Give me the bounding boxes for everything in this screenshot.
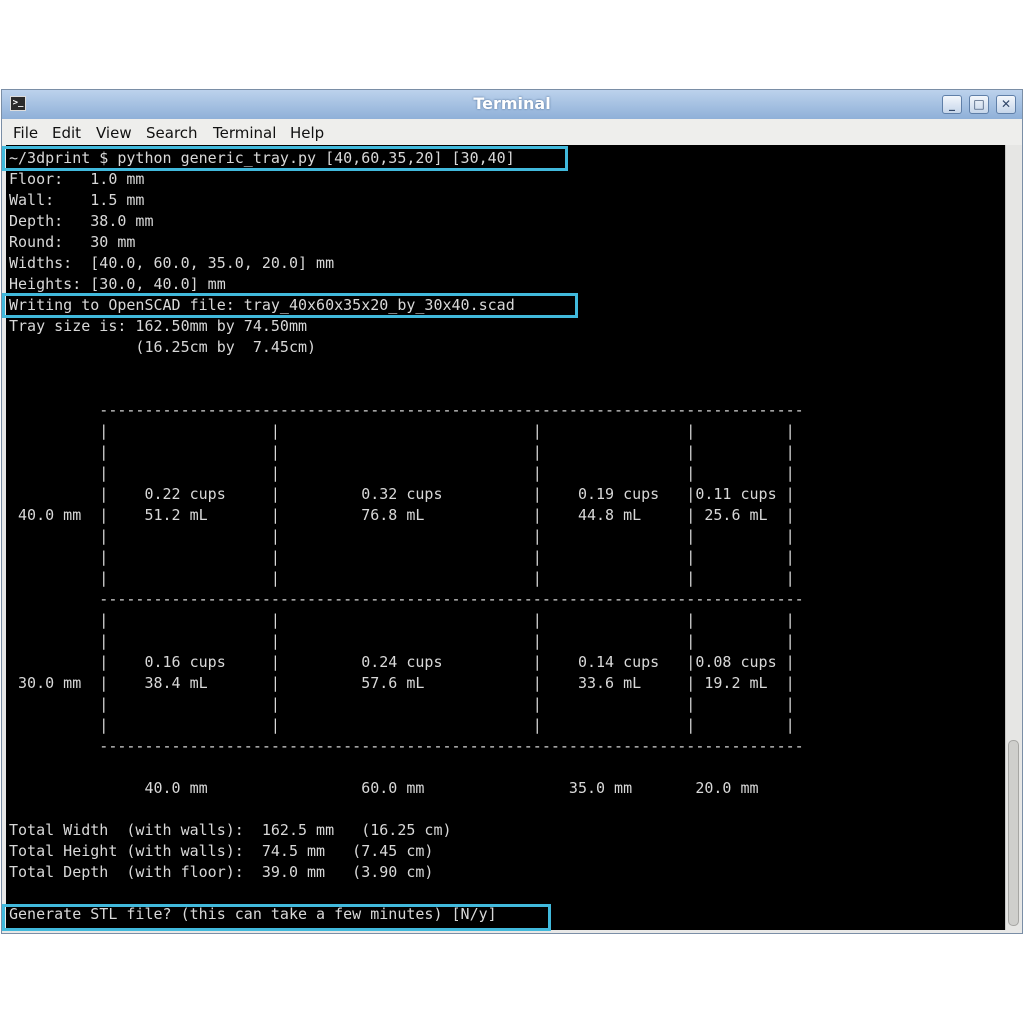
- menu-view[interactable]: View: [96, 124, 132, 142]
- menu-edit[interactable]: Edit: [52, 124, 81, 142]
- minimize-button[interactable]: _: [942, 95, 962, 114]
- total-depth-line: Total Depth (with floor): 39.0 mm (3.90 …: [9, 863, 434, 881]
- depth-line: Depth: 38.0 mm: [9, 212, 154, 230]
- table-row-line: | | | | |: [9, 443, 795, 461]
- menu-search[interactable]: Search: [146, 124, 198, 142]
- table-border-middle: ----------------------------------------…: [9, 590, 804, 608]
- tray-size-cm-line: (16.25cm by 7.45cm): [9, 338, 317, 356]
- table-row-line: | | | | |: [9, 548, 795, 566]
- scrollbar[interactable]: [1005, 145, 1021, 930]
- terminal-output[interactable]: ~/3dprint $ python generic_tray.py [40,6…: [6, 145, 1005, 930]
- tray-size-line: Tray size is: 162.50mm by 74.50mm: [9, 317, 308, 335]
- column-widths-line: 40.0 mm 60.0 mm 35.0 mm 20.0 mm: [9, 779, 759, 797]
- table-row-line: | | | | |: [9, 611, 795, 629]
- total-width-line: Total Width (with walls): 162.5 mm (16.2…: [9, 821, 452, 839]
- wall-line: Wall: 1.5 mm: [9, 191, 145, 209]
- table-row-ml-40: 40.0 mm | 51.2 mL | 76.8 mL | 44.8 mL | …: [9, 506, 795, 524]
- floor-line: Floor: 1.0 mm: [9, 170, 145, 188]
- table-row-cups-40: | 0.22 cups | 0.32 cups | 0.19 cups |0.1…: [9, 485, 795, 503]
- heights-line: Heights: [30.0, 40.0] mm: [9, 275, 226, 293]
- maximize-button[interactable]: □: [969, 95, 989, 114]
- total-height-line: Total Height (with walls): 74.5 mm (7.45…: [9, 842, 434, 860]
- table-row-line: | | | | |: [9, 632, 795, 650]
- command-highlight-box: [2, 146, 568, 171]
- scad-file-highlight-box: [2, 293, 578, 318]
- table-row-line: | | | | |: [9, 569, 795, 587]
- round-line: Round: 30 mm: [9, 233, 136, 251]
- menu-file[interactable]: File: [13, 124, 38, 142]
- stl-prompt-highlight-box: [2, 904, 551, 931]
- table-row-line: | | | | |: [9, 695, 795, 713]
- table-row-cups-30: | 0.16 cups | 0.24 cups | 0.14 cups |0.0…: [9, 653, 795, 671]
- terminal-text: ~/3dprint $ python generic_tray.py [40,6…: [9, 148, 804, 925]
- table-border-top: ----------------------------------------…: [9, 401, 804, 419]
- window-title: Terminal: [473, 94, 551, 113]
- table-row-line: | | | | |: [9, 527, 795, 545]
- table-row-line: | | | | |: [9, 422, 795, 440]
- scrollbar-thumb[interactable]: [1008, 740, 1019, 926]
- table-row-line: | | | | |: [9, 716, 795, 734]
- widths-line: Widths: [40.0, 60.0, 35.0, 20.0] mm: [9, 254, 335, 272]
- close-button[interactable]: ✕: [996, 95, 1016, 114]
- menu-terminal[interactable]: Terminal: [213, 124, 276, 142]
- menu-bar: File Edit View Search Terminal Help: [2, 119, 1022, 145]
- title-bar[interactable]: >_ Terminal _ □ ✕: [2, 90, 1022, 120]
- table-border-bottom: ----------------------------------------…: [9, 737, 804, 755]
- menu-help[interactable]: Help: [290, 124, 324, 142]
- table-row-ml-30: 30.0 mm | 38.4 mL | 57.6 mL | 33.6 mL | …: [9, 674, 795, 692]
- table-row-line: | | | | |: [9, 464, 795, 482]
- terminal-window: >_ Terminal _ □ ✕ File Edit View Search …: [1, 89, 1023, 934]
